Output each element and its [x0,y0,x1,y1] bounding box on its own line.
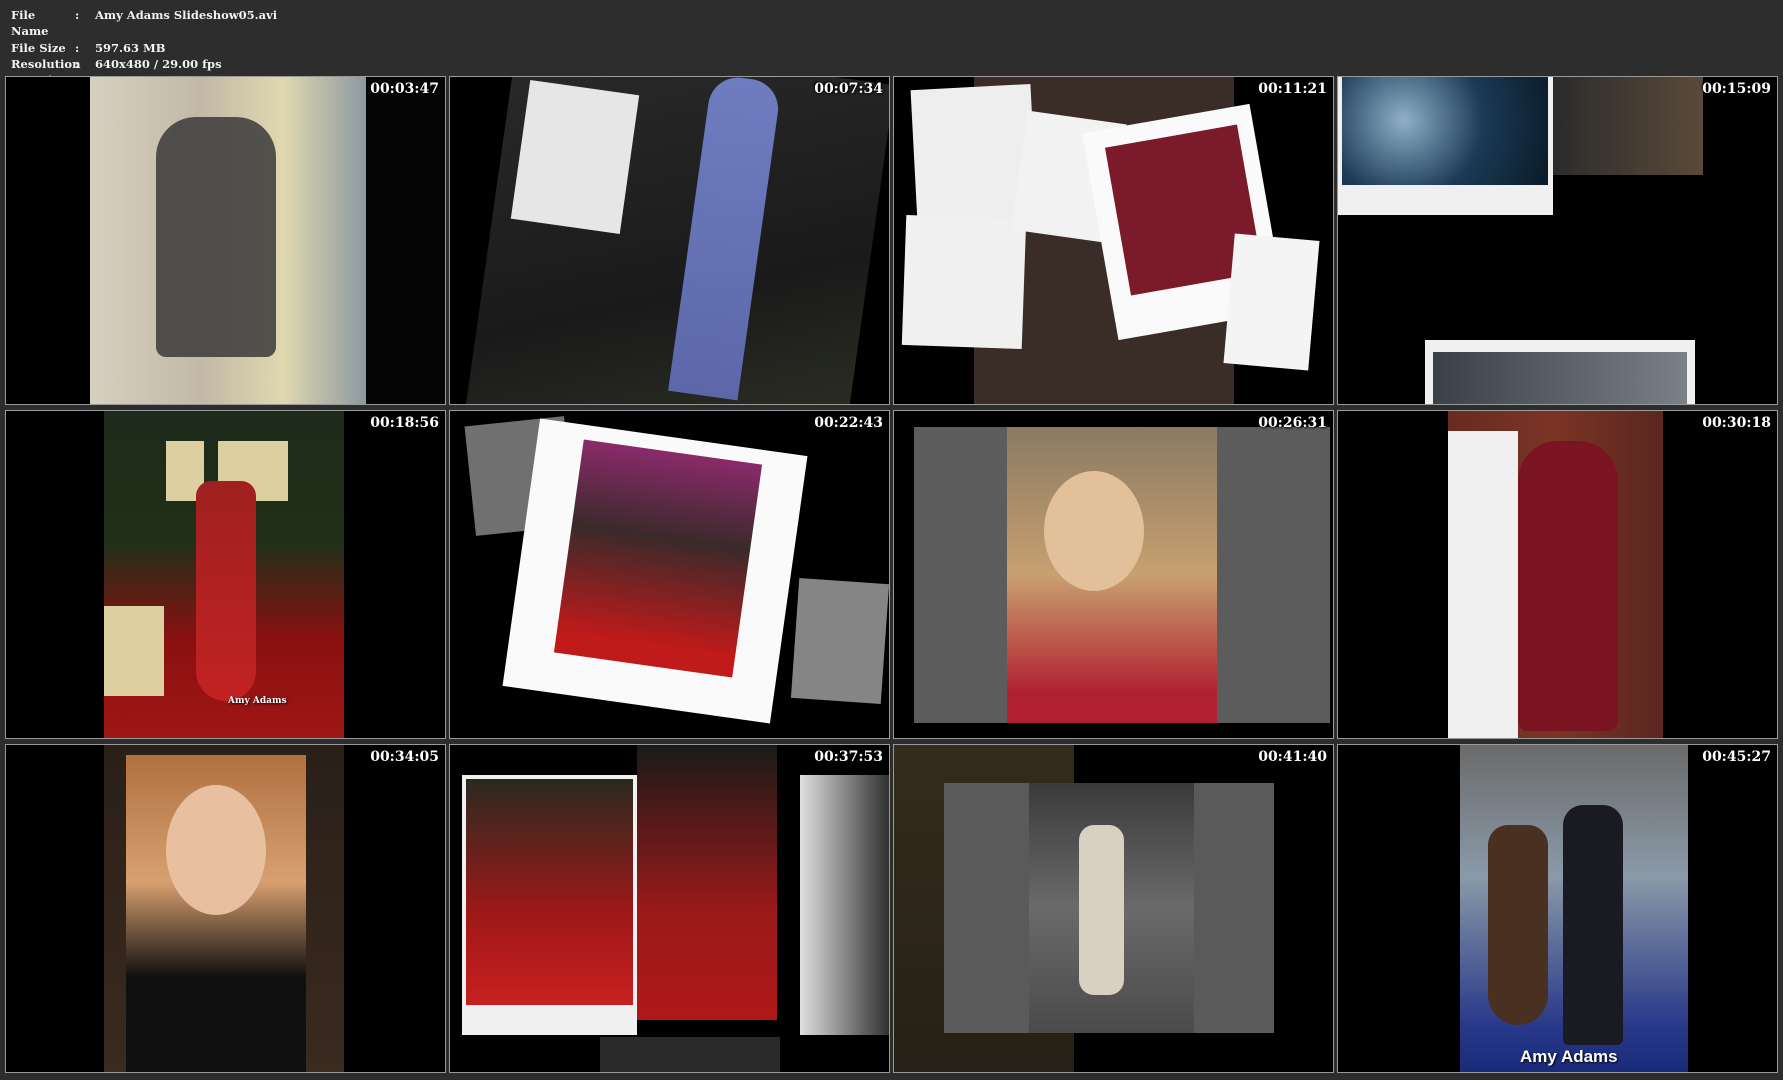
photo-image [553,439,763,678]
photo-backdrop-sign [104,606,164,696]
separator: : [75,8,80,22]
photo-face [166,785,266,915]
photo-figure [1518,441,1618,731]
photo-figure [196,481,256,701]
thumbnail-8[interactable]: 00:30:18 [1337,410,1778,739]
photo-figure [1488,825,1548,1025]
caption: Amy Adams [1520,1047,1618,1066]
photo-backdrop-letter [510,80,640,234]
photo-image [600,1037,780,1072]
timestamp: 00:11:21 [1258,81,1327,97]
timestamp: 00:15:09 [1702,81,1771,97]
resolution-row: Resolution : 640x480 / 29.00 fps [11,56,277,72]
photo-face [1044,471,1144,591]
timestamp: 00:30:18 [1702,415,1771,431]
photo-image [1553,77,1703,175]
caption: Amy Adams [228,696,287,706]
photo-figure [1448,431,1518,738]
timestamp: 00:37:53 [814,749,883,765]
thumbnail-5[interactable]: Amy Adams 00:18:56 [5,410,446,739]
file-name-label: File Name [11,8,49,39]
photo-card [1223,233,1320,371]
thumbnail-10[interactable]: 00:37:53 [449,744,890,1073]
photo-image [1342,77,1548,185]
timestamp: 00:03:47 [370,81,439,97]
timestamp: 00:18:56 [370,415,439,431]
separator: : [75,56,80,71]
timestamp: 00:22:43 [814,415,883,431]
thumbnail-3[interactable]: 00:11:21 [893,76,1334,405]
file-size-value: 597.63 MB [95,40,166,55]
photo-card [800,775,889,1035]
photo-image [1433,352,1687,404]
photo-image [637,745,777,1020]
timestamp: 00:07:34 [814,81,883,97]
photo-image [466,779,633,1005]
timestamp: 00:41:40 [1258,749,1327,765]
photo-card [901,214,1027,350]
thumbnail-9[interactable]: 00:34:05 [5,744,446,1073]
thumbnail-2[interactable]: 00:07:34 [449,76,890,405]
file-name-row: File Name : Amy Adams Slideshow05.avi [11,7,277,40]
photo-figure [156,117,276,357]
timestamp: 00:34:05 [370,749,439,765]
photo-figure [1079,825,1124,995]
thumbnail-6[interactable]: 00:22:43 [449,410,890,739]
photo-figure [1563,805,1623,1045]
thumbnail-7[interactable]: 00:26:31 [893,410,1334,739]
file-size-label: File Size [11,40,66,55]
resolution-label: Resolution [11,56,81,71]
separator: : [75,40,80,55]
thumbnail-1[interactable]: 00:03:47 [5,76,446,405]
thumbnail-grid: 00:03:47 00:07:34 00:11:21 00:15:09 Amy … [5,76,1778,1074]
resolution-value: 640x480 / 29.00 fps [95,56,222,71]
timestamp: 00:26:31 [1258,415,1327,431]
thumbnail-12[interactable]: Amy Adams 00:45:27 [1337,744,1778,1073]
file-name-value: Amy Adams Slideshow05.avi [95,8,278,22]
file-size-row: File Size : 597.63 MB [11,40,277,56]
thumbnail-11[interactable]: 00:41:40 [893,744,1334,1073]
photo-card [790,578,889,704]
thumbnail-4[interactable]: 00:15:09 [1337,76,1778,405]
timestamp: 00:45:27 [1702,749,1771,765]
